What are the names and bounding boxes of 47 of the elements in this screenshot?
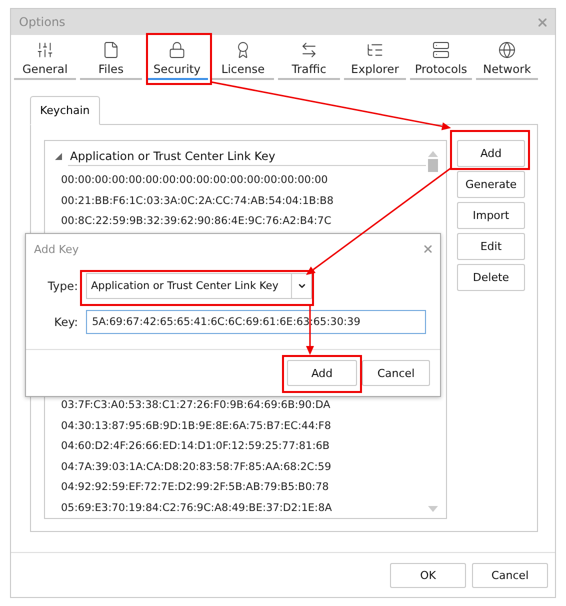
key-item[interactable]: 00:00:00:00:00:00:00:00:00:00:00:00:00:00:00:00 xyxy=(55,170,426,190)
tab[interactable]: Network xyxy=(476,39,538,80)
key-item[interactable]: 03:7F:C3:A0:53:38:C1:27:26:F0:9B:64:69:6B:90:DA xyxy=(55,395,426,416)
field-label: Key: xyxy=(53,315,78,329)
key-item[interactable]: 04:60:D2:4F:26:66:ED:14:D1:0F:12:59:25:77:81:6B xyxy=(55,436,426,456)
server-icon xyxy=(432,41,450,59)
file-icon xyxy=(102,41,120,59)
key-item[interactable]: 00:8C:22:59:9B:32:39:62:90:86:4E:9C:76:A2:B4:7C xyxy=(55,211,426,232)
footer-button[interactable]: OK xyxy=(390,562,466,588)
key-item[interactable]: 04:92:92:59:EF:72:7E:D2:99:2F:5B:AB:79:B5:B0:78 xyxy=(55,477,426,498)
scroll-up-icon[interactable] xyxy=(428,151,438,157)
group-header: Application or Trust Center Link Key xyxy=(68,147,426,166)
footer-button[interactable]: Cancel xyxy=(472,562,548,588)
collapse-triangle-icon[interactable] xyxy=(55,153,62,160)
scroll-thumb[interactable] xyxy=(428,159,438,172)
side-button[interactable]: Delete xyxy=(457,264,525,291)
tab[interactable]: Files xyxy=(80,39,142,80)
dropdown-caret-icon xyxy=(296,281,306,291)
sub-tab[interactable]: Keychain xyxy=(30,96,100,125)
tab[interactable]: License xyxy=(212,39,274,80)
tab[interactable]: Security xyxy=(146,39,208,80)
tab[interactable]: Explorer xyxy=(344,39,406,80)
tab[interactable]: Traffic xyxy=(278,39,340,80)
window-title: Options xyxy=(19,15,66,29)
field-label: Type: xyxy=(46,279,78,293)
type-dropdown[interactable]: Application or Trust Center Link Key xyxy=(86,273,312,299)
tab[interactable]: General xyxy=(14,39,76,80)
key-item[interactable]: 05:69:E3:70:19:84:C2:76:9C:A8:49:BE:37:D2:1E:8A xyxy=(55,498,426,518)
tab[interactable]: Protocols xyxy=(410,39,472,80)
scroll-down-icon[interactable] xyxy=(428,506,438,512)
dialog-title: Add Key xyxy=(34,242,79,256)
globe-icon xyxy=(498,41,516,59)
side-button[interactable]: Import xyxy=(457,202,525,229)
key-item[interactable]: 00:21:BB:F6:1C:03:3A:0C:2A:CC:74:AB:54:04:1B:B8 xyxy=(55,190,426,211)
arrows-icon xyxy=(300,41,318,59)
dialog-button[interactable]: Add xyxy=(287,360,357,386)
highlight-frame xyxy=(146,33,212,85)
key-item[interactable]: 04:30:13:87:95:6B:9D:1B:9E:8E:6A:75:B7:EC:44:F8 xyxy=(55,416,426,436)
lock-icon xyxy=(168,41,186,59)
sliders-icon xyxy=(36,41,54,59)
key-item[interactable]: 04:7A:39:03:1A:CA:D8:20:83:58:7F:85:AA:68:2C:59 xyxy=(55,456,426,477)
dialog-button[interactable]: Cancel xyxy=(362,360,430,386)
close-icon[interactable] xyxy=(536,16,549,28)
side-button[interactable]: Add xyxy=(457,140,525,167)
side-button[interactable]: Generate xyxy=(457,171,525,198)
close-icon[interactable] xyxy=(422,243,434,255)
side-button[interactable]: Edit xyxy=(457,233,525,260)
